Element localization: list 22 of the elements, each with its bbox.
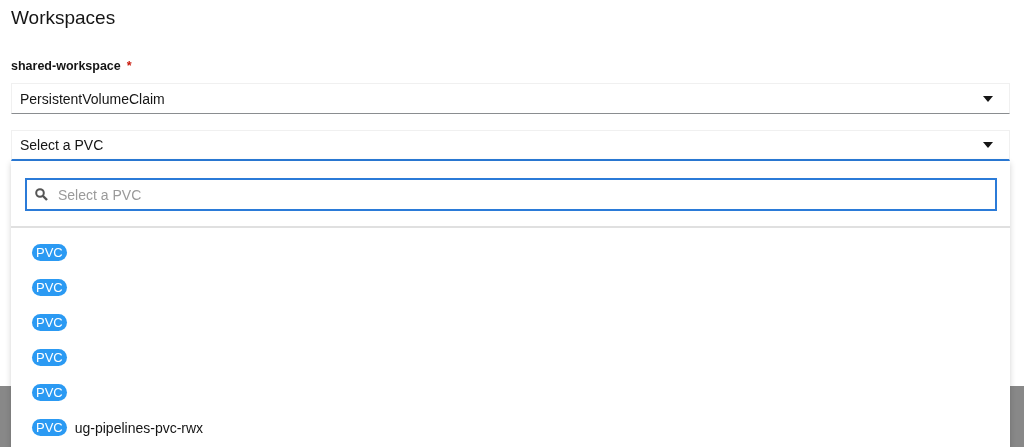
required-mark: *: [126, 59, 132, 73]
pvc-option[interactable]: PVC: [11, 340, 1010, 375]
section-heading: Workspaces: [11, 6, 117, 30]
pvc-badge: PVC: [32, 244, 67, 261]
pvc-option[interactable]: PVC ug-pipelines-pvc-rwx: [11, 410, 1010, 445]
pvc-badge: PVC: [32, 384, 67, 401]
search-icon: [35, 188, 48, 201]
caret-icon: [983, 95, 993, 102]
field-label: shared-workspace: [11, 59, 121, 73]
pvc-badge: PVC: [32, 419, 67, 436]
pvc-name: ug-pipelines-pvc-rwx: [74, 419, 204, 436]
pvc-option[interactable]: PVC: [11, 270, 1010, 305]
pvc-option[interactable]: PVC: [11, 305, 1010, 340]
pvc-option[interactable]: PVC: [11, 235, 1010, 270]
type-select[interactable]: PersistentVolumeClaim: [11, 83, 1010, 114]
caret-icon: [983, 142, 993, 148]
pvc-select[interactable]: Select a PVC: [11, 130, 1010, 161]
pvc-option[interactable]: PVC: [11, 375, 1010, 410]
pvc-badge: PVC: [32, 279, 67, 296]
pvc-badge: PVC: [32, 349, 67, 366]
search-field[interactable]: Select a PVC: [25, 178, 997, 211]
pvc-badge: PVC: [32, 314, 67, 331]
